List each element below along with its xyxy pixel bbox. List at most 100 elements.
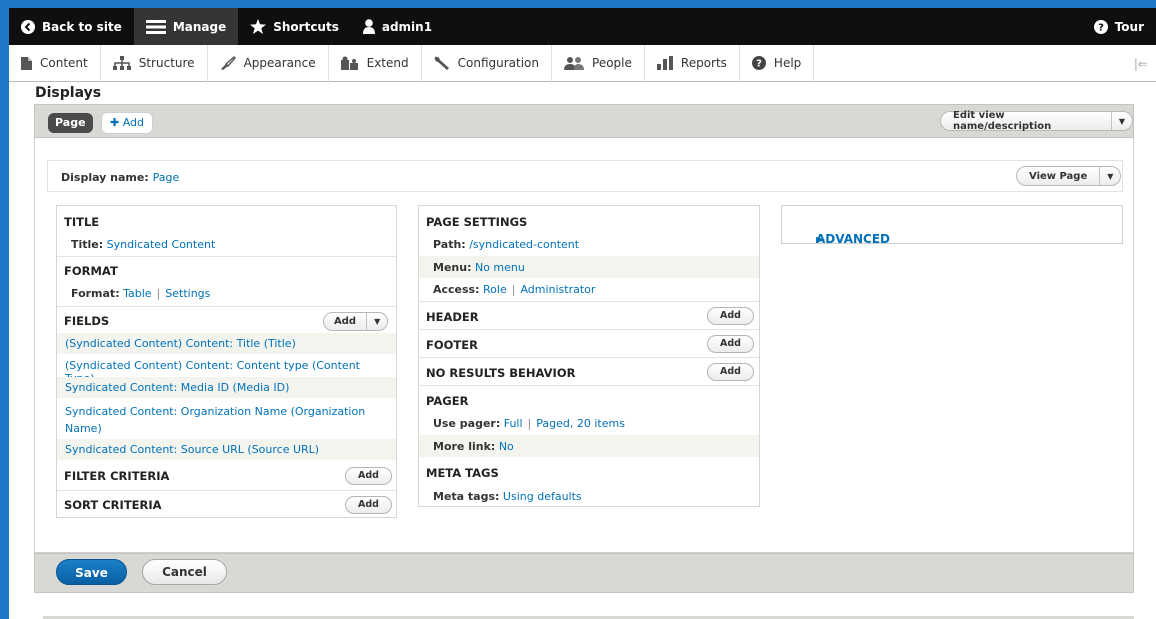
collapse-tray-icon[interactable]: |⇐ [1134,57,1148,71]
field-item[interactable]: Syndicated Content: Organization Name (O… [57,399,396,439]
display-tabs-bar: Page ✚ Add Edit view name/description ▼ [34,104,1134,138]
view-page-label[interactable]: View Page [1017,171,1099,182]
tray-item-label: Extend [366,56,409,70]
shortcuts-tab[interactable]: Shortcuts [238,8,351,45]
tray-item-people[interactable]: People [552,44,645,82]
menu-value-link[interactable]: No menu [475,261,525,274]
path-key: Path: [433,238,466,251]
separator: | [527,417,532,430]
fields-section-heading: FIELDS [64,314,110,328]
tray-item-extend[interactable]: Extend [329,44,422,82]
title-section-heading: TITLE [64,215,100,229]
user-label: admin1 [381,19,433,34]
browser-frame: Back to site Manage Shortcuts admin1 ? T [0,0,1156,619]
page-settings-heading: PAGE SETTINGS [426,215,528,229]
access-row: Access: Role | Administrator [433,283,595,296]
path-value-link[interactable]: /syndicated-content [469,238,579,251]
tray-item-help[interactable]: ? Help [740,44,815,82]
admin-tray: Content Structure Appearance Extend Conf… [9,44,1156,82]
fields-add-dropbutton[interactable]: Add ▼ [323,312,389,331]
field-link[interactable]: Syndicated Content: Source URL (Source U… [65,443,319,456]
tray-item-label: Appearance [243,56,316,70]
pager-heading: PAGER [426,394,469,408]
edit-view-dropbutton[interactable]: Edit view name/description ▼ [940,110,1133,132]
manage-tab[interactable]: Manage [133,8,239,45]
format-value-link[interactable]: Table [123,287,151,300]
displays-heading: Displays [35,85,102,101]
brush-icon [220,56,236,70]
tray-item-label: Content [40,56,88,70]
question-icon: ? [751,56,766,70]
separator: | [511,283,516,296]
advanced-section[interactable]: ► ADVANCED [781,205,1123,246]
cancel-button[interactable]: Cancel [142,559,227,585]
format-settings-link[interactable]: Settings [165,287,210,300]
hierarchy-icon [112,56,131,70]
tour-button[interactable]: ? Tour [1082,8,1156,45]
divider [419,385,759,386]
hamburger-icon [145,19,166,34]
people-icon [564,56,585,70]
header-add-button[interactable]: Add [707,307,754,325]
field-link[interactable]: (Syndicated Content) Content: Title (Tit… [65,337,296,350]
field-item[interactable]: Syndicated Content: Media ID (Media ID) [57,377,396,398]
field-link-continued[interactable]: Name) [65,422,102,435]
chevron-down-icon[interactable]: ▼ [1099,167,1120,185]
tray-item-configuration[interactable]: Configuration [422,44,553,82]
meta-tags-link[interactable]: Using defaults [503,490,582,503]
advanced-label: ADVANCED [816,232,891,246]
field-link[interactable]: Syndicated Content: Media ID (Media ID) [65,381,289,394]
tray-item-label: People [592,56,632,70]
footer-section-heading: FOOTER [426,338,478,352]
divider [419,357,759,358]
no-results-add-button[interactable]: Add [707,363,754,381]
edit-view-label[interactable]: Edit view name/description [941,110,1111,132]
pager-items-link[interactable]: Paged, 20 items [536,417,625,430]
title-row: Title: Syndicated Content [71,238,215,251]
tray-item-label: Reports [680,56,727,70]
meta-tags-key: Meta tags: [433,490,500,503]
tray-item-structure[interactable]: Structure [101,44,208,82]
chevron-down-icon[interactable]: ▼ [366,313,387,330]
user-tab[interactable]: admin1 [351,8,444,45]
svg-text:?: ? [1098,22,1104,33]
fields-add-label[interactable]: Add [324,316,366,327]
more-link-value[interactable]: No [499,440,514,453]
footer-add-button[interactable]: Add [707,335,754,353]
field-link[interactable]: Syndicated Content: Organization Name (O… [65,405,365,418]
access-key: Access: [433,283,480,296]
divider [57,256,396,257]
back-to-site-link[interactable]: Back to site [9,8,134,45]
title-value-link[interactable]: Syndicated Content [107,238,216,251]
display-name-link[interactable]: Page [153,171,180,184]
puzzle-icon [340,56,359,70]
display-name-key: Display name: [61,171,149,184]
tray-item-appearance[interactable]: Appearance [208,44,329,82]
shortcuts-label: Shortcuts [273,19,339,34]
sort-add-button[interactable]: Add [345,496,392,514]
access-role-link[interactable]: Role [483,283,507,296]
tour-label: Tour [1114,19,1144,34]
pager-key: Use pager: [433,417,501,430]
field-item[interactable]: (Syndicated Content) Content: Title (Tit… [57,333,396,354]
access-admin-link[interactable]: Administrator [520,283,595,296]
view-page-dropbutton[interactable]: View Page ▼ [1016,166,1122,186]
filter-section-heading: FILTER CRITERIA [64,469,170,483]
field-item[interactable]: (Syndicated Content) Content: Content ty… [57,355,396,385]
star-icon [250,19,267,34]
file-icon [21,56,32,70]
menu-key: Menu: [433,261,472,274]
divider [57,490,396,491]
field-item[interactable]: Syndicated Content: Source URL (Source U… [57,439,396,460]
admin-toolbar: Back to site Manage Shortcuts admin1 ? T [9,8,1156,45]
save-button[interactable]: Save [56,559,127,585]
pager-full-link[interactable]: Full [504,417,523,430]
tray-item-content[interactable]: Content [9,44,101,82]
chevron-down-icon[interactable]: ▼ [1110,112,1132,130]
meta-tags-heading: META TAGS [426,466,499,480]
help-circle-icon: ? [1093,19,1108,34]
tray-item-reports[interactable]: Reports [645,44,740,82]
filter-add-button[interactable]: Add [345,467,392,485]
tab-page[interactable]: Page [48,113,93,133]
add-display-button[interactable]: ✚ Add [101,112,154,134]
